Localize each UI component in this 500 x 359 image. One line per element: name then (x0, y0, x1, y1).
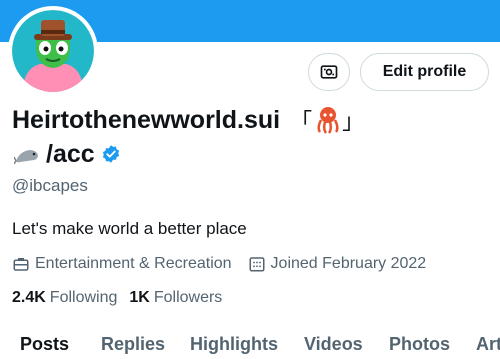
wallet-button[interactable] (308, 53, 350, 91)
username-handle: @ibcapes (12, 176, 88, 195)
squid-emoji-icon (317, 107, 339, 134)
display-name-line-1: Heirtothenewworld.sui 「 」 (12, 103, 364, 137)
followers-label: Followers (153, 289, 223, 306)
avatar-image (12, 10, 94, 92)
wallet-icon (320, 65, 338, 79)
followers-count: 1K (129, 289, 150, 306)
tab-posts[interactable]: Posts (20, 334, 69, 355)
follow-stats: 2.4K Following 1K Followers (12, 289, 222, 307)
tab-highlights[interactable]: Highlights (190, 334, 278, 355)
briefcase-icon (13, 258, 29, 271)
tab-videos[interactable]: Videos (304, 334, 363, 355)
profile-tabs: Posts Replies Highlights Videos Photos A… (0, 334, 500, 359)
calendar-icon (249, 257, 265, 272)
verified-badge-icon[interactable] (101, 144, 121, 164)
display-name-line-2: /acc (14, 139, 121, 169)
seal-emoji-icon (14, 150, 38, 165)
profile-meta: Entertainment & Recreation Joined Februa… (12, 253, 426, 275)
tab-photos[interactable]: Photos (389, 334, 450, 355)
join-date-label: Joined February 2022 (270, 255, 427, 272)
following-label: Following (49, 289, 118, 306)
tab-replies[interactable]: Replies (101, 334, 165, 355)
category-label: Entertainment & Recreation (35, 255, 232, 272)
edit-profile-button[interactable]: Edit profile (360, 53, 489, 91)
profile-avatar[interactable] (8, 6, 98, 96)
tab-art[interactable]: Art (476, 334, 500, 355)
display-name: Heirtothenewworld.sui (12, 105, 281, 134)
profile-bio: Let's make world a better place (12, 219, 247, 238)
bracket-open: 「 (290, 109, 313, 134)
following-link[interactable]: 2.4K Following (12, 289, 117, 307)
following-count: 2.4K (12, 289, 46, 306)
display-name-suffix: /acc (46, 139, 95, 168)
join-date: Joined February 2022 (248, 255, 427, 273)
bracket-close: 」 (342, 109, 365, 134)
profile-category: Entertainment & Recreation (12, 255, 232, 273)
followers-link[interactable]: 1K Followers (129, 289, 222, 307)
